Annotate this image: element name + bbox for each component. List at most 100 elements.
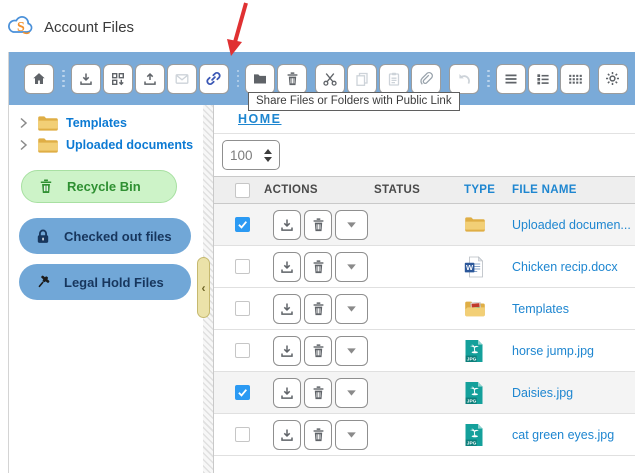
home-button[interactable] bbox=[24, 64, 54, 94]
row-delete-button[interactable] bbox=[304, 252, 332, 282]
row-more-button[interactable] bbox=[335, 420, 368, 450]
caret-down-icon bbox=[346, 389, 357, 397]
settings-button[interactable] bbox=[598, 64, 628, 94]
row-more-button[interactable] bbox=[335, 378, 368, 408]
download-button[interactable] bbox=[71, 64, 101, 94]
email-icon bbox=[174, 71, 190, 87]
row-download-button[interactable] bbox=[273, 420, 301, 450]
row-checkbox[interactable] bbox=[235, 385, 250, 400]
row-checkbox[interactable] bbox=[235, 259, 250, 274]
row-checkbox[interactable] bbox=[235, 217, 250, 232]
bulk-download-button[interactable] bbox=[103, 64, 133, 94]
account-files-window: S Account Files Templates Uploaded docume… bbox=[0, 0, 635, 473]
delete-icon bbox=[311, 301, 326, 317]
page-size-spinner[interactable]: 100 bbox=[222, 140, 280, 170]
row-delete-button[interactable] bbox=[304, 210, 332, 240]
file-name-link[interactable]: Uploaded documen... bbox=[512, 218, 631, 232]
detail-view-button[interactable] bbox=[528, 64, 558, 94]
caret-down-icon bbox=[346, 305, 357, 313]
paste-button bbox=[379, 64, 409, 94]
row-delete-button[interactable] bbox=[304, 420, 332, 450]
file-name-link[interactable]: Templates bbox=[512, 302, 569, 316]
file-name-link[interactable]: cat green eyes.jpg bbox=[512, 428, 614, 442]
splitter-collapse-handle[interactable]: ‹ bbox=[197, 257, 210, 318]
download-icon bbox=[78, 71, 94, 87]
row-more-button[interactable] bbox=[335, 252, 368, 282]
file-row: WChicken recip.docx bbox=[214, 246, 635, 288]
list-view-icon bbox=[503, 71, 519, 87]
content-area: Templates Uploaded documents Recycle Bin C… bbox=[9, 105, 635, 473]
toolbar-separator-dots bbox=[237, 70, 240, 88]
tree-expand-chevron-icon bbox=[19, 117, 33, 129]
list-view-button[interactable] bbox=[496, 64, 526, 94]
cut-icon bbox=[322, 71, 338, 87]
app-header: S Account Files bbox=[0, 0, 635, 52]
share-link-icon bbox=[205, 70, 222, 87]
column-header-type[interactable]: TYPE bbox=[464, 184, 512, 196]
tree-item-templates[interactable]: Templates bbox=[9, 112, 203, 134]
paste-icon bbox=[386, 71, 402, 87]
grid-view-button[interactable] bbox=[560, 64, 590, 94]
copy-icon bbox=[354, 71, 370, 87]
row-download-button[interactable] bbox=[273, 210, 301, 240]
column-header-status: STATUS bbox=[374, 184, 464, 196]
tree-item-uploaded-documents[interactable]: Uploaded documents bbox=[9, 134, 203, 156]
row-download-button[interactable] bbox=[273, 252, 301, 282]
row-download-button[interactable] bbox=[273, 294, 301, 324]
row-checkbox[interactable] bbox=[235, 301, 250, 316]
home-icon bbox=[31, 71, 47, 87]
row-more-button[interactable] bbox=[335, 210, 368, 240]
file-list-panel: HOME 100 ACTIONS bbox=[213, 105, 635, 473]
row-more-button[interactable] bbox=[335, 294, 368, 324]
share-link-button[interactable] bbox=[199, 64, 229, 94]
file-row: JPGhorse jump.jpg bbox=[214, 330, 635, 372]
select-all-checkbox[interactable] bbox=[235, 183, 250, 198]
download-icon bbox=[279, 217, 295, 233]
detail-view-icon bbox=[535, 71, 551, 87]
file-name-link[interactable]: Daisies.jpg bbox=[512, 386, 573, 400]
caret-down-icon bbox=[346, 431, 357, 439]
file-row: Templates bbox=[214, 288, 635, 330]
cut-button[interactable] bbox=[315, 64, 345, 94]
spinner-up-button[interactable] bbox=[264, 149, 272, 154]
row-delete-button[interactable] bbox=[304, 294, 332, 324]
trash-icon bbox=[38, 178, 54, 195]
delete-button[interactable] bbox=[277, 64, 307, 94]
row-checkbox[interactable] bbox=[235, 427, 250, 442]
recycle-bin-button[interactable]: Recycle Bin bbox=[21, 170, 177, 203]
file-name-link[interactable]: Chicken recip.docx bbox=[512, 260, 618, 274]
delete-icon bbox=[311, 343, 326, 359]
tree-item-label[interactable]: Templates bbox=[66, 116, 127, 130]
file-row: JPGDaisies.jpg bbox=[214, 372, 635, 414]
grid-view-icon bbox=[567, 71, 583, 87]
row-delete-button[interactable] bbox=[304, 336, 332, 366]
sidebar-splitter[interactable]: ‹ bbox=[203, 105, 213, 473]
page-title: Account Files bbox=[44, 19, 134, 36]
new-folder-button[interactable] bbox=[245, 64, 275, 94]
sidebar-buttons: Recycle Bin Checked out files Legal Hold F… bbox=[9, 170, 203, 300]
svg-text:JPG: JPG bbox=[467, 440, 477, 446]
file-row: Uploaded documen... bbox=[214, 204, 635, 246]
legal-hold-files-button[interactable]: Legal Hold Files bbox=[19, 264, 191, 300]
recycle-bin-button-label: Recycle Bin bbox=[67, 179, 141, 194]
checked-out-files-button[interactable]: Checked out files bbox=[19, 218, 191, 254]
spinner-down-button[interactable] bbox=[264, 157, 272, 162]
undo-icon bbox=[456, 71, 472, 87]
row-download-button[interactable] bbox=[273, 378, 301, 408]
row-more-button[interactable] bbox=[335, 336, 368, 366]
checked-out-files-button-label: Checked out files bbox=[64, 229, 172, 244]
upload-button[interactable] bbox=[135, 64, 165, 94]
attach-button[interactable] bbox=[411, 64, 441, 94]
column-header-file-name[interactable]: FILE NAME bbox=[512, 184, 635, 196]
cloud-s-logo-icon: S bbox=[5, 14, 37, 43]
download-icon bbox=[279, 259, 295, 275]
breadcrumb-home-link[interactable]: HOME bbox=[238, 112, 282, 126]
row-download-button[interactable] bbox=[273, 336, 301, 366]
delete-icon bbox=[285, 71, 300, 87]
row-checkbox[interactable] bbox=[235, 343, 250, 358]
row-delete-button[interactable] bbox=[304, 378, 332, 408]
file-name-link[interactable]: horse jump.jpg bbox=[512, 344, 594, 358]
email-button bbox=[167, 64, 197, 94]
settings-icon bbox=[604, 70, 621, 87]
tree-item-label[interactable]: Uploaded documents bbox=[66, 138, 193, 152]
